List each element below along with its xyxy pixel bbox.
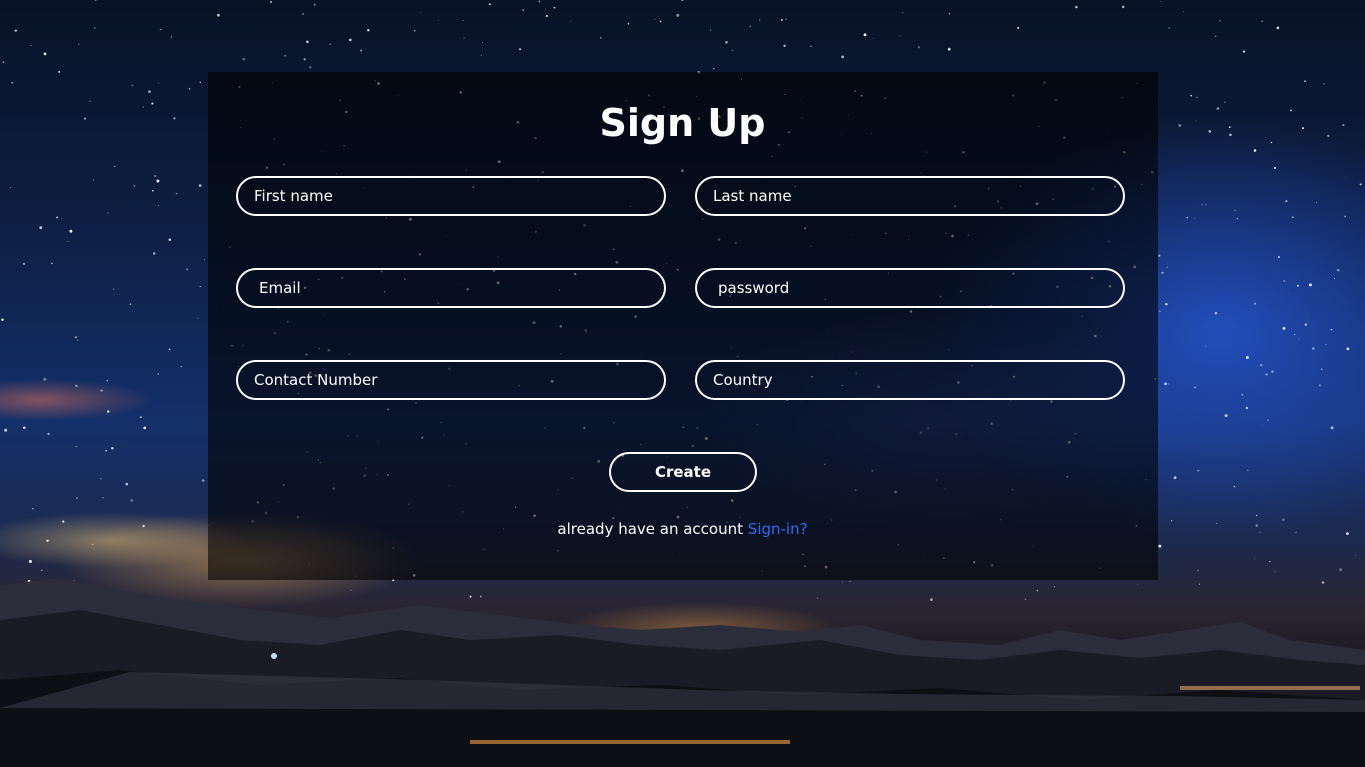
last-name-input[interactable]	[695, 176, 1125, 216]
signin-prompt: already have an account Sign-in?	[0, 518, 1365, 540]
account-prompt-text: already have an account	[557, 520, 744, 538]
country-input[interactable]	[695, 360, 1125, 400]
contact-number-input[interactable]	[236, 360, 666, 400]
signin-link[interactable]: Sign-in?	[748, 520, 808, 538]
email-input[interactable]	[236, 268, 666, 308]
password-input[interactable]	[695, 268, 1125, 308]
page-title: Sign Up	[599, 101, 766, 145]
create-button[interactable]: Create	[609, 452, 757, 492]
first-name-input[interactable]	[236, 176, 666, 216]
